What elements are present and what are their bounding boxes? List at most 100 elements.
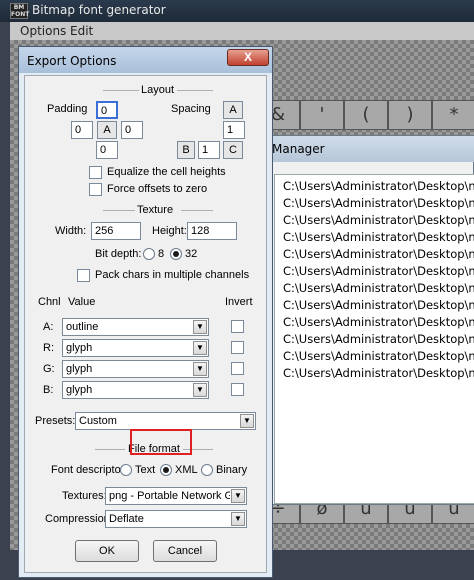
separator [95,449,125,450]
width-field[interactable]: 256 [91,222,141,240]
list-item[interactable]: C:\Users\Administrator\Desktop\nu [283,315,474,329]
app-menubar: Options Edit [10,22,474,40]
chevron-down-icon: ▼ [231,489,245,503]
padding-down-field[interactable]: 0 [96,141,118,159]
textures-value: png - Portable Network Graphic [109,490,230,502]
close-button[interactable]: X [227,49,269,66]
presets-label: Presets: [35,415,76,427]
chevron-down-icon: ▼ [231,512,245,526]
height-field[interactable]: 128 [187,222,237,240]
textures-select[interactable]: png - Portable Network Graphic ▼ [105,487,247,505]
dialog-body: Layout Padding 0 0 A 0 0 Spacing A 1 B 1… [24,75,267,573]
spacing-vertical-field[interactable]: 1 [198,141,220,159]
descriptor-xml-radio[interactable] [160,464,172,476]
app-title: Bitmap font generator [32,3,166,17]
list-item[interactable]: C:\Users\Administrator\Desktop\nu [283,230,474,244]
force-offsets-label: Force offsets to zero [107,183,208,195]
char-cell[interactable]: ) [388,100,432,130]
channel-b-label: B: [43,384,54,396]
manager-title: Manager [272,142,325,156]
compression-value: Deflate [109,513,144,525]
pack-chars-label: Pack chars in multiple channels [95,269,250,281]
char-cell[interactable]: * [432,100,474,130]
separator [103,210,135,211]
list-item[interactable]: C:\Users\Administrator\Desktop\nu [283,247,474,261]
channel-a-select[interactable]: outline ▼ [62,318,209,336]
invert-b-checkbox[interactable] [231,383,244,396]
channel-a-label: A: [43,321,54,333]
invert-r-checkbox[interactable] [231,341,244,354]
manager-titlebar: Manager [266,136,474,162]
presets-select[interactable]: Custom ▼ [75,412,256,430]
dialog-titlebar: Export Options X [19,47,272,73]
padding-right-field[interactable]: 0 [121,121,143,139]
descriptor-xml-label: XML [175,464,198,476]
char-cell[interactable]: ( [344,100,388,130]
menu-options[interactable]: Options [20,24,66,38]
spacing-label: Spacing [171,103,211,115]
padding-left-field[interactable]: 0 [71,121,93,139]
manager-file-list[interactable]: C:\Users\Administrator\Desktop\nu C:\Use… [274,174,474,504]
channel-r-label: R: [43,342,54,354]
manager-window: Manager C:\Users\Administrator\Desktop\n… [265,135,474,505]
invert-g-checkbox[interactable] [231,362,244,375]
padding-center-label: A [97,121,117,139]
chevron-down-icon: ▼ [193,383,207,397]
chevron-down-icon: ▼ [193,320,207,334]
char-cell[interactable]: ' [300,100,344,130]
ok-button[interactable]: OK [75,540,139,562]
channel-g-select[interactable]: glyph ▼ [62,360,209,378]
list-item[interactable]: C:\Users\Administrator\Desktop\nu [283,196,474,210]
descriptor-binary-radio[interactable] [201,464,213,476]
chnl-header: Chnl [38,296,61,308]
xml-highlight-box [130,429,192,455]
textures-label: Textures: [62,490,107,502]
menu-edit[interactable]: Edit [70,24,93,38]
list-item[interactable]: C:\Users\Administrator\Desktop\nu [283,213,474,227]
invert-header: Invert [225,296,253,308]
width-label: Width: [55,225,87,237]
list-item[interactable]: C:\Users\Administrator\Desktop\nu [283,332,474,346]
padding-label: Padding [47,103,88,115]
export-options-dialog: Export Options X Layout Padding 0 0 A 0 … [18,46,273,578]
invert-a-checkbox[interactable] [231,320,244,333]
list-item[interactable]: C:\Users\Administrator\Desktop\nu [283,281,474,295]
descriptor-binary-label: Binary [216,464,248,476]
separator [177,90,213,91]
separator [181,210,213,211]
compression-select[interactable]: Deflate ▼ [105,510,247,528]
channel-r-select[interactable]: glyph ▼ [62,339,209,357]
chevron-down-icon: ▼ [240,414,254,428]
pack-chars-checkbox[interactable] [77,269,90,282]
list-item[interactable]: C:\Users\Administrator\Desktop\nu [283,264,474,278]
equalize-checkbox[interactable] [89,166,102,179]
bitdepth-label: Bit depth: [95,248,142,260]
separator [103,90,139,91]
list-item[interactable]: C:\Users\Administrator\Desktop\nu [283,366,474,380]
channel-a-value: outline [66,321,99,333]
bitdepth-32-radio[interactable] [170,248,182,260]
spacing-b-label: B [177,141,195,159]
layout-section-title: Layout [141,84,175,96]
channel-r-value: glyph [66,342,93,354]
list-item[interactable]: C:\Users\Administrator\Desktop\nu [283,179,474,193]
padding-up-field[interactable]: 0 [96,101,118,119]
force-offsets-checkbox[interactable] [89,183,102,196]
equalize-label: Equalize the cell heights [107,166,226,178]
spacing-horizontal-field[interactable]: 1 [223,121,245,139]
font-descriptor-label: Font descriptor: [51,464,128,476]
app-titlebar: BM FONT Bitmap font generator [0,0,474,22]
dialog-title: Export Options [27,54,117,68]
channel-g-value: glyph [66,363,93,375]
bitdepth-32-label: 32 [185,248,198,260]
descriptor-text-radio[interactable] [120,464,132,476]
descriptor-text-label: Text [135,464,156,476]
cancel-button[interactable]: Cancel [153,540,217,562]
list-item[interactable]: C:\Users\Administrator\Desktop\nu [283,349,474,363]
bitdepth-8-label: 8 [158,248,165,260]
channel-b-value: glyph [66,384,93,396]
channel-b-select[interactable]: glyph ▼ [62,381,209,399]
bitdepth-8-radio[interactable] [143,248,155,260]
list-item[interactable]: C:\Users\Administrator\Desktop\nu [283,298,474,312]
compression-label: Compression: [45,513,113,525]
